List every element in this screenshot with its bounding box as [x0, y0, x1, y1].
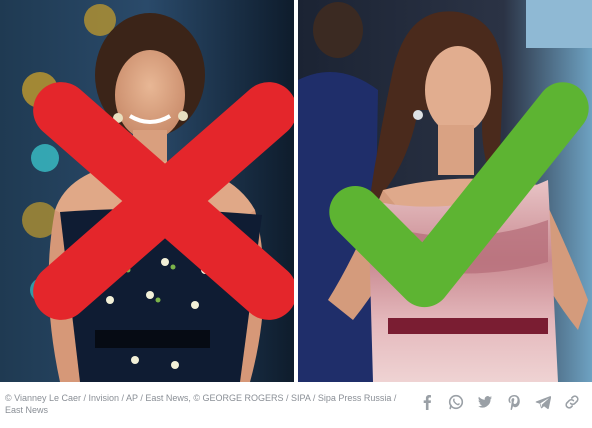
left-photo: [0, 0, 294, 382]
pinterest-share-button[interactable]: [504, 392, 524, 412]
whatsapp-share-button[interactable]: [446, 392, 466, 412]
telegram-share-button[interactable]: [533, 392, 553, 412]
share-toolbar: [417, 392, 582, 412]
pinterest-icon: [508, 395, 520, 410]
facebook-icon: [423, 395, 431, 410]
photo-credit: © Vianney Le Caer / Invision / AP / East…: [5, 393, 397, 415]
caption-bar: © Vianney Le Caer / Invision / AP / East…: [0, 386, 592, 428]
twitter-icon: [478, 396, 492, 408]
copy-link-icon: [565, 395, 579, 409]
whatsapp-icon: [448, 394, 464, 410]
comparison-photos: [0, 0, 592, 382]
cross-icon: [33, 82, 294, 320]
copy-link-button[interactable]: [562, 392, 582, 412]
telegram-icon: [535, 396, 551, 410]
right-photo: [298, 0, 592, 382]
twitter-share-button[interactable]: [475, 392, 495, 412]
facebook-share-button[interactable]: [417, 392, 437, 412]
check-icon: [329, 82, 589, 308]
